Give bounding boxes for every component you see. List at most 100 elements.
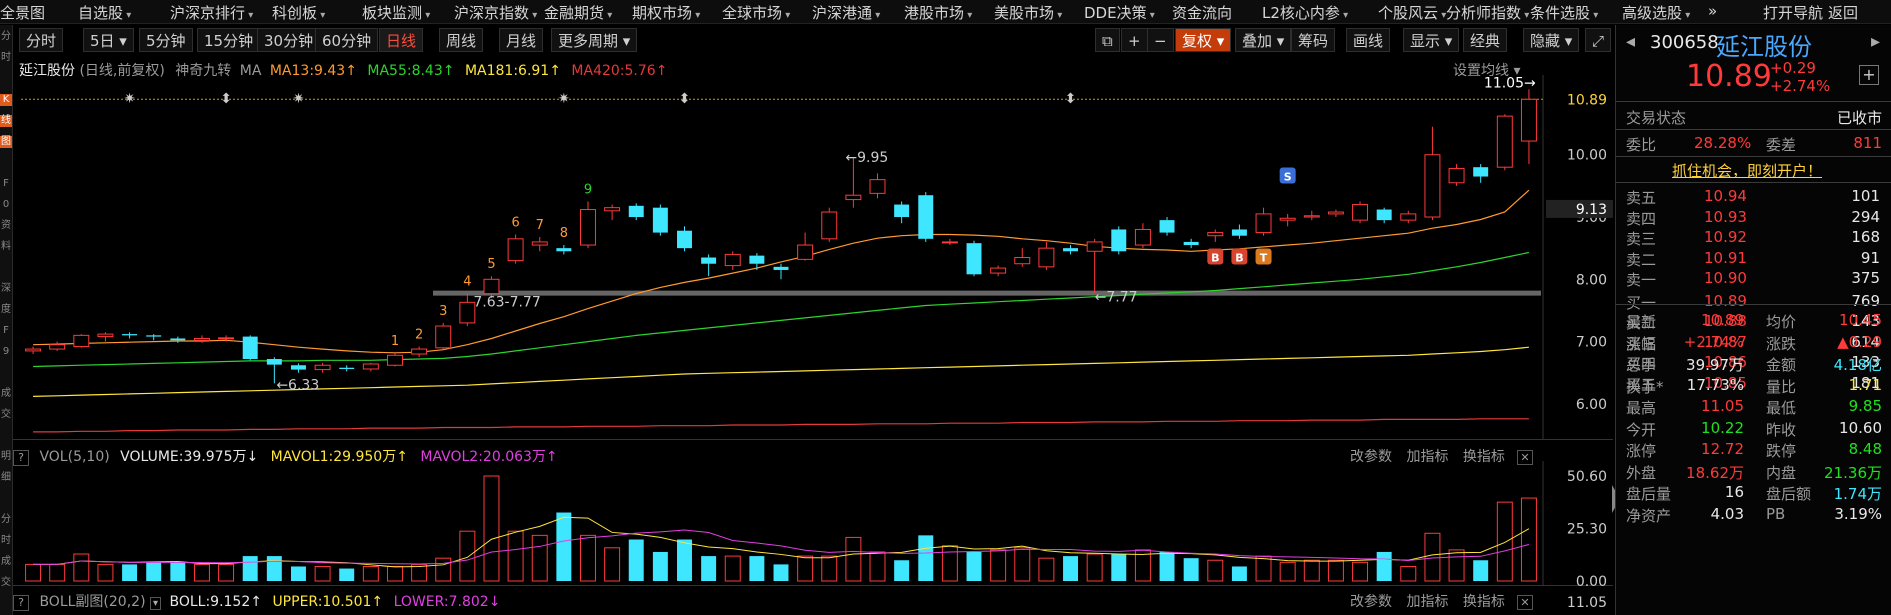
tool-button[interactable]: 筹码 (1291, 28, 1336, 52)
tool-button[interactable]: 叠加 ▾ (1235, 28, 1292, 52)
price-tick-label: 10.00 (1567, 148, 1607, 164)
support-label: ←7.77 (1095, 290, 1138, 306)
side-tab-char[interactable]: 交 (0, 577, 12, 589)
ask-row[interactable]: 卖二 10.91 91 (1616, 247, 1891, 269)
top-menu-item[interactable]: 港股市场 (904, 2, 972, 23)
top-menu-item[interactable]: 高级选股 (1622, 2, 1690, 23)
side-tab-char[interactable]: 度 (0, 304, 12, 316)
side-tab-char[interactable]: 料 (0, 241, 12, 253)
top-menu-item[interactable]: 板块监测 (362, 2, 430, 23)
candle-body (97, 333, 114, 338)
prev-stock-icon[interactable]: ◂ (1626, 31, 1635, 52)
side-tab-char[interactable]: 明 (0, 451, 12, 463)
side-tab-char[interactable]: 9 (0, 346, 12, 358)
tool-button[interactable]: 经典 (1463, 28, 1508, 52)
side-tab-char[interactable]: 线 (0, 115, 12, 127)
side-tab-char[interactable]: 分 (0, 31, 12, 43)
candle-body (1038, 247, 1055, 268)
side-tab-char[interactable]: 图 (0, 136, 12, 148)
stat-row: 涨停 12.72 跌停 8.48 (1616, 438, 1891, 460)
side-tab-char[interactable]: 资 (0, 220, 12, 232)
top-menu-item[interactable]: 沪深港通 (812, 2, 880, 23)
star-marker-icon: ⬍ (679, 91, 691, 107)
book-price: 10.91 (1704, 248, 1747, 267)
boll-dropdown-icon[interactable]: ▾ (149, 597, 162, 610)
period-tab[interactable]: 日线 (379, 28, 424, 52)
period-tab[interactable]: 5日 ▾ (83, 28, 134, 52)
period-tab[interactable]: 30分钟 (257, 28, 321, 52)
top-menu-item[interactable]: DDE决策 (1084, 2, 1155, 23)
top-menu-item[interactable]: 资金流向 (1172, 2, 1232, 23)
stat-cell: 跌停 (1766, 442, 1797, 460)
boll-add-indicator-button[interactable]: 加指标 (1406, 594, 1448, 610)
zoom-in-icon[interactable]: + (1121, 28, 1148, 52)
ask-row[interactable]: 卖四 10.93 294 (1616, 206, 1891, 228)
top-menu-item[interactable]: 科创板 (272, 2, 325, 23)
top-menu-item[interactable]: 返回 (1828, 2, 1858, 23)
copy-icon[interactable]: ⧉ (1095, 28, 1120, 52)
support-band (433, 290, 1541, 296)
tool-button[interactable]: 画线 (1346, 28, 1391, 52)
candle-body (170, 338, 186, 341)
period-tab[interactable]: 60分钟 (315, 28, 379, 52)
volume-bar (966, 551, 982, 581)
top-menu-item[interactable]: 沪深京排行 (170, 2, 253, 23)
side-tab-char[interactable]: F (0, 178, 12, 190)
zoom-out-icon[interactable]: − (1147, 28, 1174, 52)
candle-body (556, 248, 572, 252)
top-menu-item[interactable]: 分析师指数 (1446, 2, 1529, 23)
nine-turn-number: 2 (415, 328, 423, 343)
volume-bar (869, 551, 886, 582)
help-icon[interactable]: ? (13, 595, 29, 611)
top-menu-item[interactable]: 全景图 (0, 2, 45, 23)
stat-cell: 涨幅 (1626, 334, 1657, 353)
side-tab-char[interactable]: 成 (0, 556, 12, 568)
period-tab[interactable]: 更多周期 ▾ (551, 28, 638, 52)
open-account-link[interactable]: 抓住机会，即刻开户！ (1672, 160, 1822, 181)
top-menu-item[interactable]: 全球市场 (722, 2, 790, 23)
period-tab[interactable]: 周线 (439, 28, 484, 52)
top-menu-item[interactable]: 美股市场 (994, 2, 1062, 23)
boll-switch-indicator-button[interactable]: 换指标 (1463, 594, 1505, 610)
top-menu-item[interactable]: 沪深京指数 (454, 2, 537, 23)
candle-body (435, 325, 452, 349)
ask-row[interactable]: 卖五 10.94 101 (1616, 185, 1891, 207)
top-menu-item[interactable]: 条件选股 (1530, 2, 1598, 23)
nine-turn-number: 5 (487, 257, 495, 272)
side-tab-char[interactable]: 0 (0, 199, 12, 211)
side-tab-char[interactable]: 时 (0, 535, 12, 547)
top-menu-item[interactable]: » (1708, 2, 1717, 20)
stat-cell: 11.05 (1701, 397, 1744, 415)
period-tab[interactable]: 分时 (19, 28, 64, 52)
top-menu-item[interactable]: 期权市场 (632, 2, 700, 23)
side-tab-char[interactable]: 交 (0, 409, 12, 421)
tool-button[interactable]: 隐藏 ▾ (1523, 28, 1580, 52)
period-tab[interactable]: 15分钟 (197, 28, 261, 52)
tool-button[interactable]: 复权 ▾ (1175, 28, 1232, 52)
side-tab-char[interactable]: F (0, 325, 12, 337)
period-tab[interactable]: 月线 (499, 28, 544, 52)
next-stock-icon[interactable]: ▸ (1871, 31, 1880, 52)
top-menu-item[interactable]: 打开导航 (1763, 2, 1823, 23)
stat-cell: 10.45 (1839, 311, 1882, 329)
top-menu-item[interactable]: L2核心内参 (1262, 2, 1348, 23)
top-menu-bar: 全景图 自选股 沪深京排行科创板 板块监测 沪深京指数金融期货期权市场 全球市场 沪深港通 港… (0, 0, 1891, 24)
side-tab-char[interactable]: 分 (0, 514, 12, 526)
boll-modify-params-button[interactable]: 改参数 (1350, 594, 1392, 610)
close-icon[interactable]: ✕ (1517, 595, 1533, 610)
side-tab-char[interactable]: 成 (0, 388, 12, 400)
period-tab[interactable]: 5分钟 (139, 28, 193, 52)
side-tab-char[interactable]: 细 (0, 472, 12, 484)
side-tab-char[interactable]: K (0, 94, 12, 106)
top-menu-item[interactable]: 自选股 (78, 2, 131, 23)
add-to-watchlist-icon[interactable]: + (1859, 65, 1879, 85)
ask-row[interactable]: 卖三 10.92 168 (1616, 226, 1891, 248)
top-menu-item[interactable]: 个股风云 (1378, 2, 1446, 23)
side-tab-char[interactable]: 深 (0, 283, 12, 295)
fullscreen-icon[interactable]: ⤢ (1585, 28, 1612, 52)
tool-button[interactable]: 显示 ▾ (1403, 28, 1460, 52)
top-menu-item[interactable]: 金融期货 (544, 2, 612, 23)
volume-bar (339, 568, 355, 581)
ask-row[interactable]: 卖一 10.90 375 (1616, 267, 1891, 289)
side-tab-char[interactable]: 时 (0, 52, 12, 64)
